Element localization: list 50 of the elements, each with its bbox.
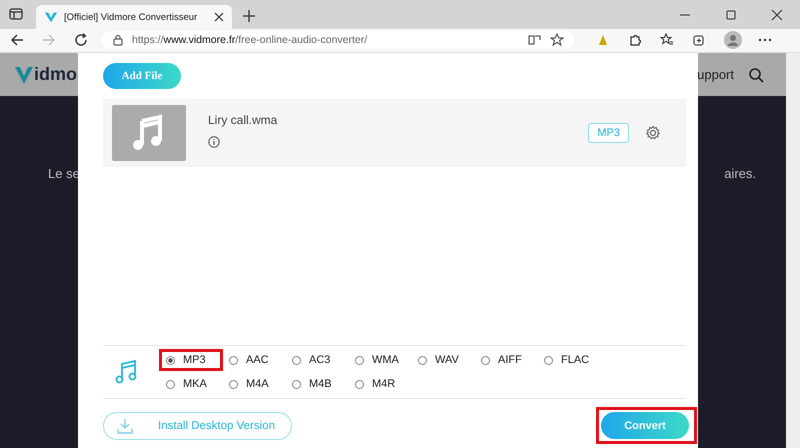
collections-icon[interactable] xyxy=(692,32,706,46)
download-icon xyxy=(116,416,134,434)
radio-button[interactable] xyxy=(481,356,490,364)
format-option[interactable]: WAV xyxy=(411,349,466,371)
site-icon xyxy=(44,10,58,24)
radio-button[interactable] xyxy=(166,356,175,364)
info-icon[interactable] xyxy=(208,136,220,148)
format-option[interactable]: AIFF xyxy=(474,349,529,371)
puzzle-icon[interactable] xyxy=(628,32,642,46)
close-icon[interactable] xyxy=(771,9,783,21)
music-note-icon xyxy=(115,360,137,384)
logo-text: idmo xyxy=(34,64,77,85)
file-name: Liry call.wma xyxy=(208,112,278,126)
music-thumbnail-icon xyxy=(112,105,186,161)
search-icon[interactable] xyxy=(748,66,764,82)
logo-icon xyxy=(14,65,34,85)
format-option[interactable]: M4R xyxy=(348,373,402,395)
favorites-icon[interactable] xyxy=(660,32,674,46)
reload-icon[interactable] xyxy=(74,32,88,46)
radio-button[interactable] xyxy=(229,380,238,388)
radio-button[interactable] xyxy=(229,356,238,364)
radio-button[interactable] xyxy=(292,356,301,364)
hero-text: aires. xyxy=(724,166,756,181)
nav-link[interactable]: upport xyxy=(697,67,734,82)
radio-button[interactable] xyxy=(418,356,427,364)
radio-button[interactable] xyxy=(355,356,364,364)
format-option[interactable]: FLAC xyxy=(537,349,596,371)
star-icon[interactable] xyxy=(550,32,564,46)
address-bar[interactable]: https://www.vidmore.fr/free-online-audio-converter/ xyxy=(102,30,574,48)
format-option[interactable]: MKA xyxy=(159,373,214,395)
profile-icon[interactable] xyxy=(724,30,742,48)
radio-button[interactable] xyxy=(544,356,553,364)
format-option[interactable]: WMA xyxy=(348,349,406,371)
browser-tab[interactable]: [Officiel] Vidmore Convertisseur xyxy=(36,5,232,29)
lock-icon xyxy=(112,34,124,46)
back-icon[interactable] xyxy=(10,32,24,46)
radio-button[interactable] xyxy=(292,380,301,388)
new-tab-icon[interactable] xyxy=(242,9,256,23)
format-option[interactable]: M4B xyxy=(285,373,339,395)
format-option[interactable]: AC3 xyxy=(285,349,338,371)
format-option[interactable]: AAC xyxy=(222,349,276,371)
format-option[interactable]: MP3 xyxy=(159,349,223,371)
maximize-icon[interactable] xyxy=(725,9,737,21)
url-text: https://www.vidmore.fr/free-online-audio-converter/ xyxy=(132,34,368,46)
close-icon[interactable] xyxy=(214,12,224,22)
tab-actions-icon[interactable] xyxy=(8,6,24,22)
format-option[interactable]: M4A xyxy=(222,373,276,395)
settings-icon[interactable] xyxy=(645,125,661,141)
radio-button[interactable] xyxy=(166,380,175,388)
radio-button[interactable] xyxy=(355,380,364,388)
